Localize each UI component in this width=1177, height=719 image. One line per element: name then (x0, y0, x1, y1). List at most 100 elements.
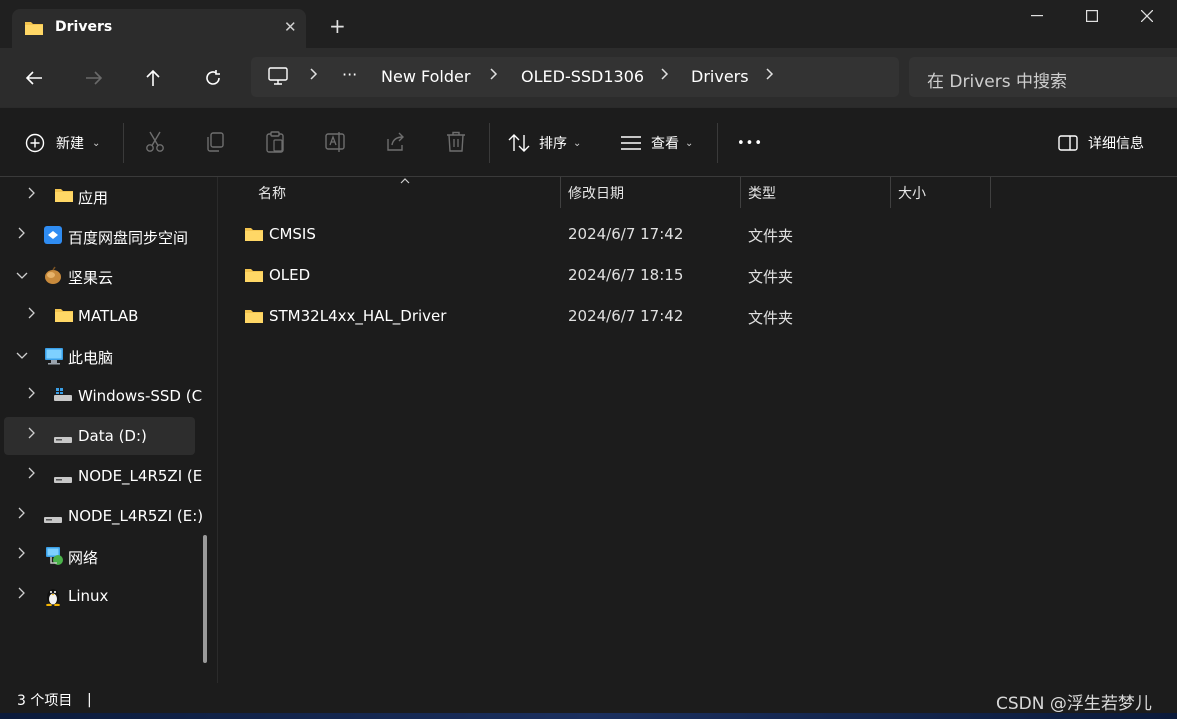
folder-icon (244, 226, 264, 246)
file-date: 2024/6/7 17:42 (568, 307, 684, 325)
breadcrumb-drivers[interactable]: Drivers (691, 67, 749, 86)
arrow-right-icon (86, 71, 103, 85)
desktop-edge (0, 713, 1177, 719)
sidebar-item-baidu-netdisk[interactable]: 百度网盘同步空间 (4, 217, 195, 255)
tab-title: Drivers (55, 19, 113, 35)
sidebar-item-label: 此电脑 (68, 349, 114, 367)
sidebar-item-label: Linux (68, 587, 109, 605)
file-type: 文件夹 (748, 268, 794, 286)
file-type: 文件夹 (748, 309, 794, 327)
breadcrumb-new-folder[interactable]: New Folder (381, 67, 470, 86)
chevron-right-icon[interactable] (28, 427, 36, 442)
column-header-type[interactable]: 类型 (748, 183, 776, 203)
chevron-right-icon[interactable] (18, 547, 26, 562)
chevron-right-icon[interactable] (18, 587, 26, 602)
file-list: 名称 修改日期 类型 大小 CMSIS 2024/6/7 17:42 文件夹 O… (219, 177, 1177, 683)
column-header-name[interactable]: 名称 (258, 183, 286, 203)
rename-icon[interactable] (325, 131, 347, 157)
copy-icon[interactable] (205, 131, 225, 157)
chevron-down-icon[interactable] (16, 349, 28, 363)
column-divider[interactable] (560, 177, 561, 208)
network-icon (43, 546, 65, 570)
chevron-right-icon[interactable] (661, 68, 669, 84)
sidebar-item-linux[interactable]: Linux (4, 577, 195, 615)
sidebar-item-label: 百度网盘同步空间 (68, 229, 189, 247)
sidebar-item-node-e-nested[interactable]: NODE_L4R5ZI (E (4, 457, 202, 495)
view-button[interactable]: 查看 ⌄ (620, 128, 693, 158)
sidebar-item-windows-ssd[interactable]: Windows-SSD (C (4, 377, 202, 415)
details-pane-button[interactable]: 详细信息 (1058, 128, 1144, 158)
up-button[interactable] (139, 64, 167, 92)
file-type: 文件夹 (748, 227, 794, 245)
drive-icon (53, 430, 73, 449)
table-row[interactable]: OLED 2024/6/7 18:15 文件夹 (237, 256, 1137, 294)
item-count: 3 个项目 (17, 693, 73, 709)
chevron-right-icon[interactable] (28, 467, 36, 482)
share-icon[interactable] (385, 131, 407, 157)
chevron-right-icon[interactable] (18, 227, 26, 242)
cut-icon[interactable] (145, 131, 165, 157)
divider (123, 123, 124, 163)
sidebar-item-nutstore[interactable]: 坚果云 (4, 257, 195, 295)
folder-icon (24, 20, 44, 40)
back-button[interactable] (20, 64, 48, 92)
column-header-date[interactable]: 修改日期 (568, 183, 624, 203)
close-window-button[interactable] (1120, 0, 1174, 32)
file-date: 2024/6/7 17:42 (568, 225, 684, 243)
sidebar-item-node-e[interactable]: NODE_L4R5ZI (E:) (4, 497, 203, 535)
column-divider[interactable] (890, 177, 891, 208)
chevron-right-icon[interactable] (766, 68, 774, 84)
sidebar-item-this-pc[interactable]: 此电脑 (4, 337, 195, 375)
sort-icon (508, 134, 530, 152)
view-lines-icon (621, 136, 641, 150)
sort-button[interactable]: 排序 ⌄ (508, 128, 581, 158)
sidebar-item-data-d[interactable]: Data (D:) (4, 417, 195, 455)
table-row[interactable]: CMSIS 2024/6/7 17:42 文件夹 (237, 215, 1137, 253)
new-label: 新建 (56, 136, 84, 152)
folder-icon (54, 307, 74, 327)
table-row[interactable]: STM32L4xx_HAL_Driver 2024/6/7 17:42 文件夹 (237, 297, 1137, 335)
command-bar: 新建 ⌄ 排序 ⌄ 查看 ⌄ ••• 详细信息 (0, 107, 1177, 177)
sidebar-item-label: NODE_L4R5ZI (E:) (68, 507, 204, 525)
details-label: 详细信息 (1088, 136, 1144, 152)
column-divider[interactable] (740, 177, 741, 208)
new-tab-button[interactable]: + (329, 16, 346, 36)
chevron-right-icon[interactable] (28, 387, 36, 402)
chevron-down-icon: ⌄ (685, 137, 694, 149)
sidebar-item-label: Data (D:) (78, 427, 147, 445)
tab-drivers[interactable]: Drivers ✕ (12, 9, 306, 48)
chevron-right-icon[interactable] (28, 187, 36, 202)
breadcrumb-oled-ssd1306[interactable]: OLED-SSD1306 (521, 67, 644, 86)
windows-drive-icon (53, 387, 73, 407)
sort-label: 排序 (539, 136, 567, 152)
refresh-icon (206, 70, 220, 85)
address-ellipsis[interactable]: ··· (342, 65, 357, 84)
file-name: OLED (269, 266, 311, 284)
chevron-right-icon[interactable] (490, 68, 498, 84)
chevron-right-icon[interactable] (28, 307, 36, 322)
sidebar-scrollbar[interactable] (203, 535, 207, 663)
chevron-right-icon[interactable] (310, 68, 318, 84)
column-divider[interactable] (990, 177, 991, 208)
folder-icon (54, 187, 74, 207)
maximize-button[interactable] (1065, 0, 1119, 32)
minimize-button[interactable] (1010, 0, 1064, 32)
sidebar-item-matlab[interactable]: MATLAB (4, 297, 195, 335)
address-bar[interactable]: ··· New Folder OLED-SSD1306 Drivers (251, 57, 899, 97)
refresh-button[interactable] (199, 64, 227, 92)
tab-close-icon[interactable]: ✕ (284, 18, 297, 36)
chevron-down-icon[interactable] (16, 269, 28, 283)
folder-icon (244, 267, 264, 287)
chevron-down-icon: ⌄ (573, 137, 582, 149)
delete-icon[interactable] (446, 131, 466, 157)
search-input[interactable]: 在 Drivers 中搜索 (909, 57, 1177, 97)
sidebar-item-network[interactable]: 网络 (4, 537, 195, 575)
more-options-button[interactable]: ••• (737, 128, 763, 158)
sidebar-item-label: 网络 (68, 549, 99, 567)
column-header-size[interactable]: 大小 (898, 183, 926, 203)
forward-button[interactable] (80, 64, 108, 92)
chevron-right-icon[interactable] (18, 507, 26, 522)
paste-icon[interactable] (265, 131, 285, 157)
sidebar-item-apps[interactable]: 应用 (4, 177, 195, 215)
new-button[interactable]: 新建 ⌄ (25, 128, 100, 158)
